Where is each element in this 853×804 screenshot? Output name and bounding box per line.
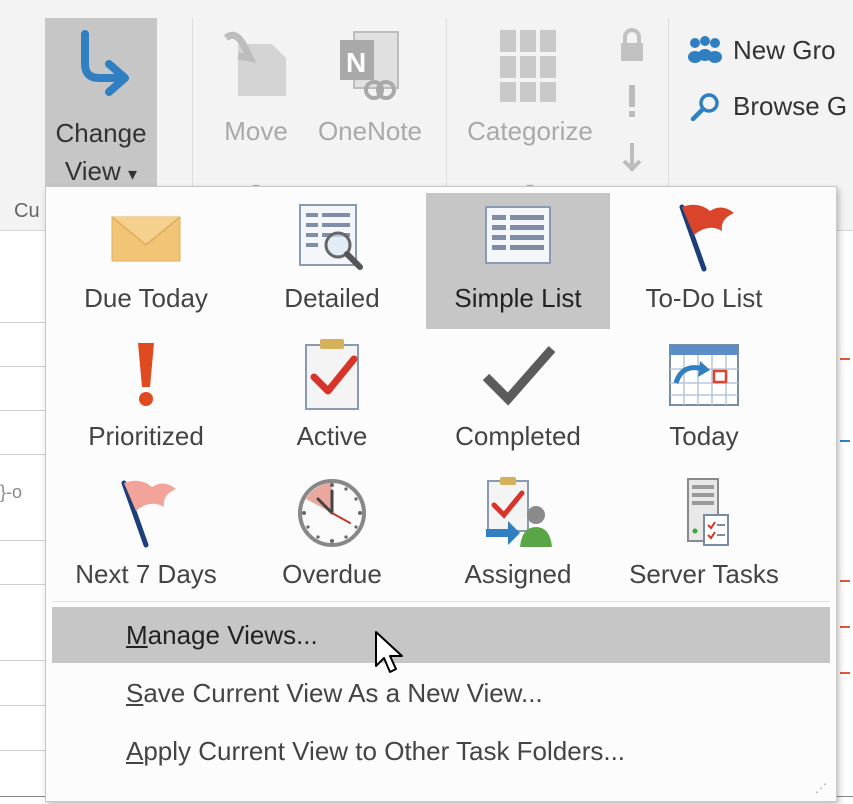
- view-server-tasks[interactable]: Server Tasks: [612, 469, 796, 605]
- view-to-do-list[interactable]: To-Do List: [612, 193, 796, 329]
- apply-current-view-menu-item[interactable]: Apply Current View to Other Task Folders…: [52, 723, 830, 779]
- mouse-pointer-icon: [375, 631, 403, 673]
- task-row-divider: [0, 660, 48, 661]
- view-label: Prioritized: [88, 421, 204, 451]
- svg-text:N: N: [346, 47, 366, 78]
- change-view-label-1: Change: [55, 118, 147, 148]
- lock-icon[interactable]: [614, 24, 650, 80]
- move-folder-icon: [223, 31, 286, 96]
- onenote-button[interactable]: N OneNote: [308, 18, 432, 188]
- down-arrow-icon[interactable]: [614, 136, 650, 192]
- onenote-icon: N: [340, 31, 399, 100]
- ribbon-group-label: Cu: [14, 200, 40, 222]
- view-detailed[interactable]: Detailed: [240, 193, 424, 329]
- view-overdue[interactable]: Overdue: [240, 469, 424, 605]
- view-today[interactable]: Today: [612, 331, 796, 467]
- categorize-label: Categorize: [467, 116, 593, 146]
- search-icon: [690, 93, 719, 121]
- task-row-divider: [0, 366, 48, 367]
- view-due-today[interactable]: Due Today: [54, 193, 238, 329]
- view-label: Server Tasks: [629, 559, 779, 589]
- view-label: Next 7 Days: [75, 559, 217, 589]
- browse-groups-label: Browse G: [733, 91, 848, 121]
- onenote-label: OneNote: [317, 116, 423, 146]
- view-label: To-Do List: [645, 283, 763, 313]
- task-row-divider: [0, 750, 48, 751]
- view-label: Overdue: [282, 559, 382, 589]
- task-row-divider: [0, 454, 48, 455]
- task-list-fragment: }-o: [0, 482, 23, 502]
- task-row-divider: [0, 705, 48, 706]
- simple-list-icon: [485, 206, 551, 264]
- small-icon-column: [614, 24, 650, 192]
- ribbon-separator: [192, 18, 193, 188]
- task-row-divider: [0, 584, 48, 585]
- assigned-user-icon: [486, 477, 552, 547]
- ribbon-separator: [446, 18, 447, 188]
- view-label: Due Today: [84, 283, 208, 313]
- clock-icon: [298, 479, 366, 547]
- new-group-button[interactable]: New Gro: [685, 22, 847, 78]
- flag-marker: [840, 580, 850, 582]
- access-key: M: [126, 620, 148, 650]
- view-completed[interactable]: Completed: [426, 331, 610, 467]
- categorize-grid-icon: [500, 30, 556, 102]
- flag-marker: [840, 358, 850, 360]
- categorize-button[interactable]: Categorize ▾: [456, 18, 604, 195]
- change-view-dropdown: Due Today Detailed Simple List To-Do Lis…: [45, 186, 837, 802]
- view-assigned[interactable]: Assigned: [426, 469, 610, 605]
- menu-divider: [52, 601, 830, 602]
- calendar-arrow-icon: [669, 344, 739, 406]
- change-view-icon: [81, 30, 129, 96]
- view-label: Today: [669, 421, 739, 451]
- right-edge-markers: [836, 240, 853, 804]
- access-key: S: [126, 678, 144, 708]
- change-view-button[interactable]: Change View ▾: [45, 18, 157, 190]
- access-key: A: [126, 736, 144, 766]
- detailed-view-icon: [299, 204, 363, 270]
- exclamation-icon[interactable]: [614, 80, 650, 136]
- manage-views-menu-item[interactable]: Manage Views...: [52, 607, 830, 663]
- people-group-icon: [688, 36, 722, 63]
- red-flag-icon: [679, 204, 734, 272]
- view-next-7-days[interactable]: Next 7 Days: [54, 469, 238, 605]
- view-simple-list[interactable]: Simple List: [426, 193, 610, 329]
- view-label: Assigned: [464, 559, 572, 589]
- move-label: Move: [224, 116, 288, 146]
- move-button[interactable]: Move ▾: [210, 18, 302, 195]
- groups-section: New Gro Browse G: [685, 22, 847, 134]
- new-group-label: New Gro: [733, 35, 836, 65]
- browse-groups-button[interactable]: Browse G: [685, 78, 847, 134]
- view-label: Simple List: [454, 283, 582, 313]
- chevron-down-icon: ▾: [128, 164, 138, 184]
- view-active[interactable]: Active: [240, 331, 424, 467]
- task-row-divider: [0, 540, 48, 541]
- exclamation-icon: [138, 343, 154, 406]
- view-gallery: Due Today Detailed Simple List To-Do Lis…: [54, 193, 830, 595]
- task-row-divider: [0, 322, 48, 323]
- flag-marker: [840, 626, 850, 628]
- view-label: Detailed: [284, 283, 380, 313]
- clipboard-check-icon: [305, 339, 359, 410]
- menu-item-label: ave Current View As a New View...: [143, 678, 543, 708]
- flag-marker: [840, 440, 850, 442]
- resize-grip-icon[interactable]: ⋰: [815, 781, 828, 795]
- view-prioritized[interactable]: Prioritized: [54, 331, 238, 467]
- menu-item-label: anage Views...: [147, 620, 318, 650]
- task-row-divider: [0, 410, 48, 411]
- server-tasks-icon: [687, 478, 729, 546]
- pink-flag-icon: [121, 480, 176, 548]
- ribbon-separator: [668, 18, 669, 188]
- menu-item-label: pply Current View to Other Task Folders.…: [143, 736, 626, 766]
- view-label: Active: [296, 421, 368, 451]
- view-label: Completed: [455, 421, 581, 451]
- checkmark-icon: [482, 346, 556, 406]
- envelope-icon: [111, 216, 181, 262]
- flag-marker: [840, 672, 850, 674]
- save-current-view-menu-item[interactable]: Save Current View As a New View...: [52, 665, 830, 721]
